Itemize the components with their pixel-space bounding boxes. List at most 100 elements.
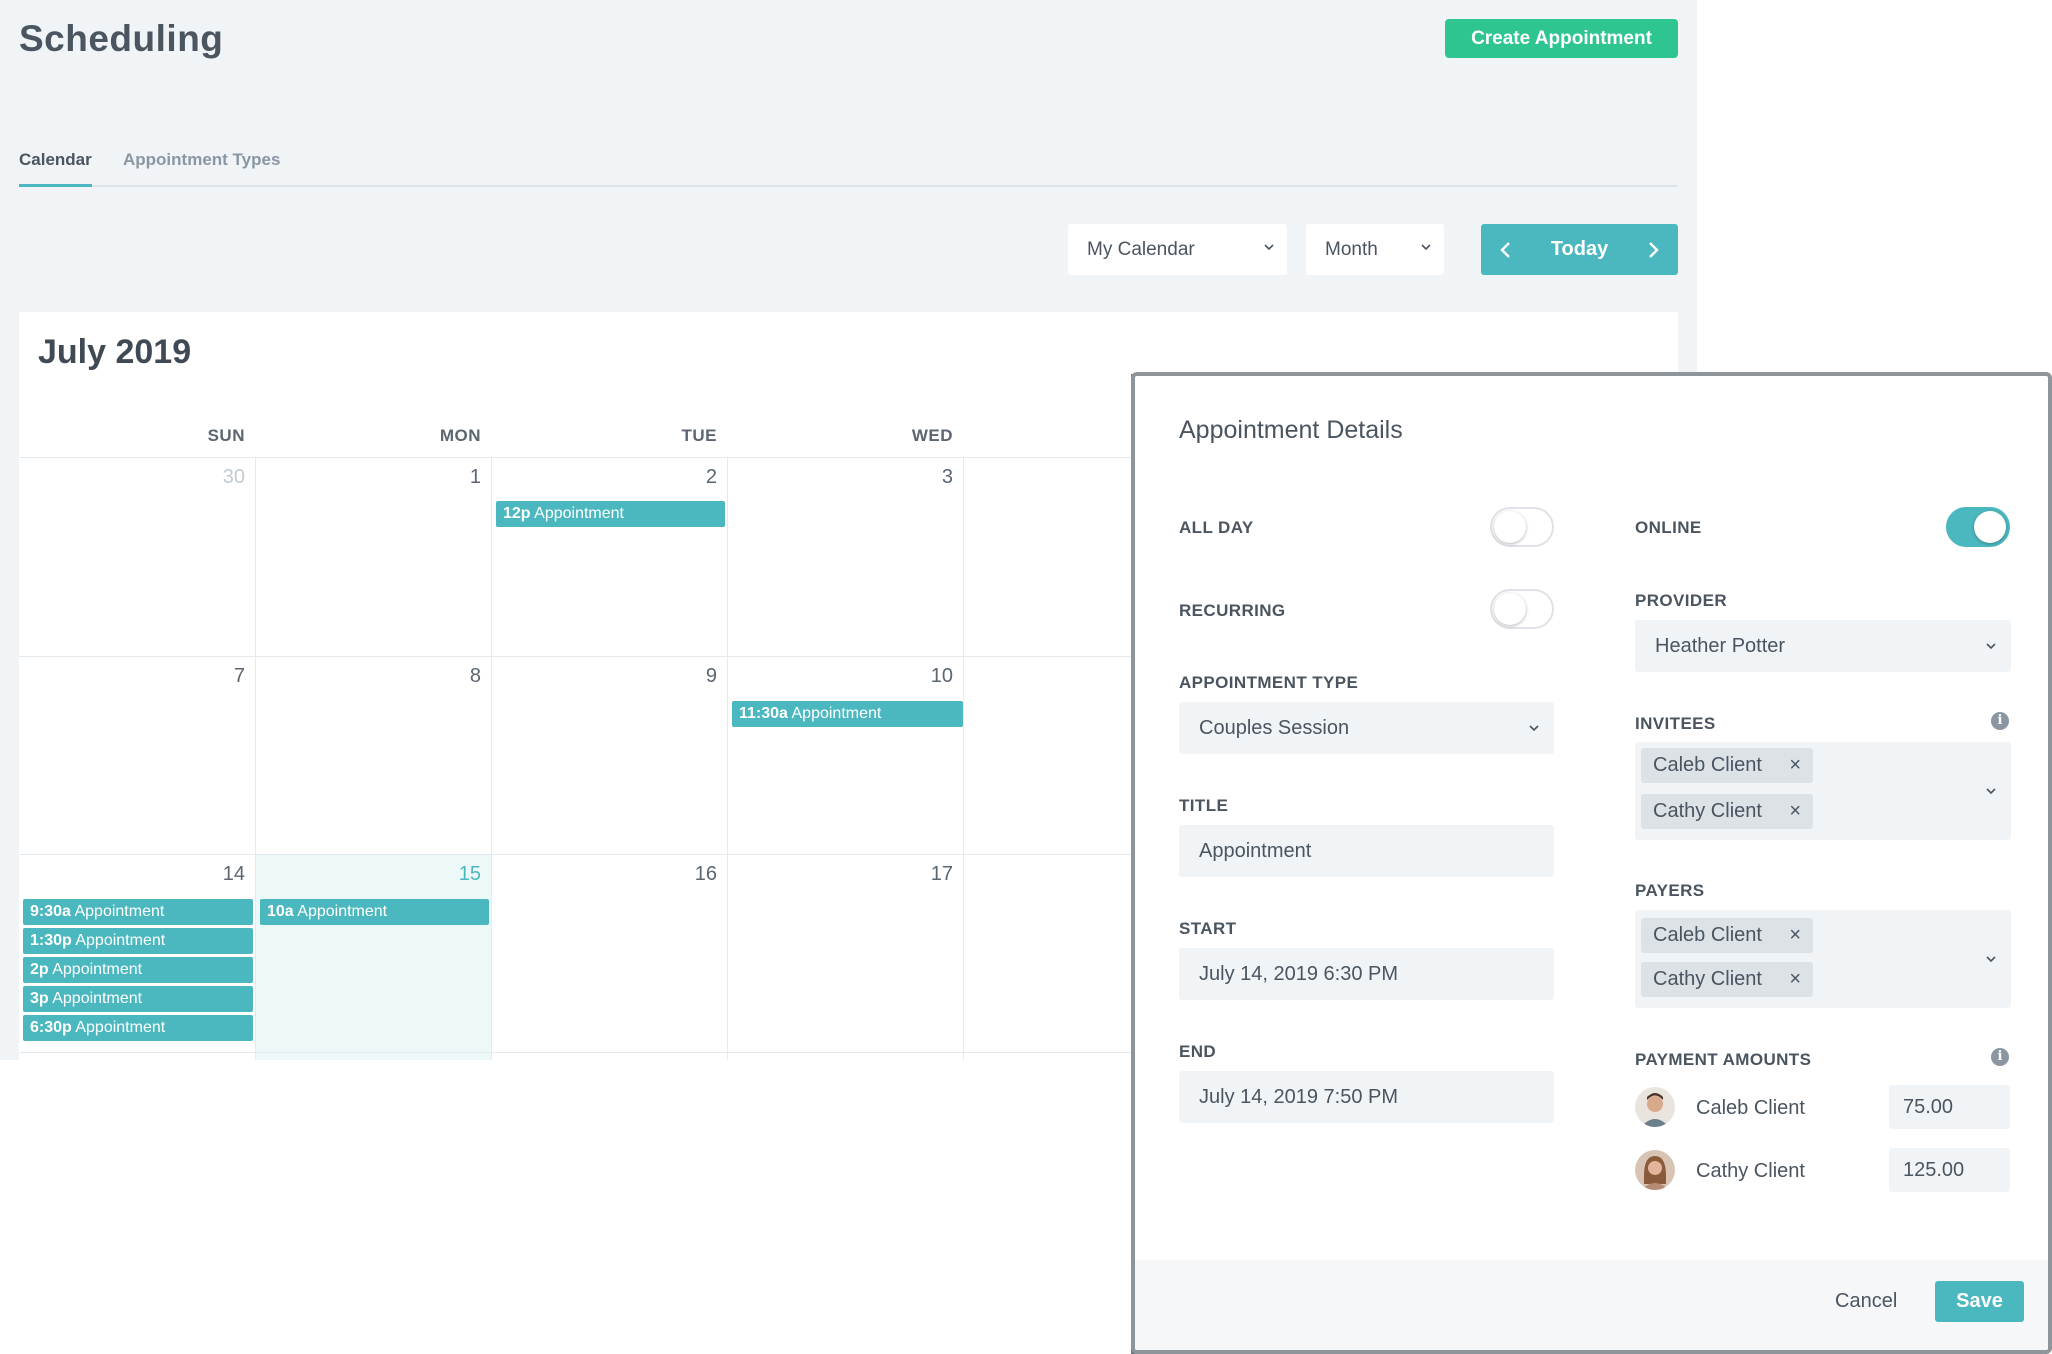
calendar-select[interactable]: My Calendar [1068, 224, 1287, 275]
tag-label: Caleb Client [1653, 754, 1762, 776]
tab-calendar[interactable]: Calendar [19, 150, 92, 187]
event-title: Appointment [297, 903, 388, 920]
provider-value: Heather Potter [1655, 635, 1786, 657]
weekday-sun: SUN [207, 426, 245, 445]
save-button[interactable]: Save [1935, 1281, 2024, 1322]
today-button[interactable]: Today [1531, 224, 1628, 275]
payment-amount-input[interactable]: 125.00 [1889, 1148, 2010, 1192]
all-day-label: ALL DAY [1179, 518, 1254, 537]
payers-label: PAYERS [1635, 881, 1705, 900]
title-input[interactable]: Appointment [1179, 825, 1554, 877]
chevron-right-icon [1649, 241, 1659, 258]
appointment-type-select[interactable]: Couples Session [1179, 702, 1554, 754]
close-icon[interactable]: × [1789, 748, 1801, 783]
end-datetime-input[interactable]: July 14, 2019 7:50 PM [1179, 1071, 1554, 1123]
calendar-select-value: My Calendar [1087, 239, 1195, 260]
online-label: ONLINE [1635, 518, 1702, 537]
info-icon[interactable]: i [1991, 1048, 2009, 1066]
cancel-button[interactable]: Cancel [1835, 1290, 1897, 1313]
event-time: 6:30p [30, 1019, 72, 1036]
month-title: July 2019 [38, 333, 192, 371]
calendar-event[interactable]: 2p Appointment [23, 957, 253, 983]
grid-line [255, 457, 256, 1060]
tag-label: Cathy Client [1653, 800, 1762, 822]
appointment-type-value: Couples Session [1199, 717, 1350, 739]
chevron-down-icon[interactable] [1985, 785, 1997, 797]
close-icon[interactable]: × [1789, 918, 1801, 953]
next-button[interactable] [1628, 224, 1678, 275]
tab-appointment-types[interactable]: Appointment Types [123, 150, 280, 187]
day-cell-number[interactable]: 1 [255, 466, 491, 489]
provider-label: PROVIDER [1635, 591, 1727, 610]
event-time: 9:30a [30, 903, 71, 920]
day-cell-number[interactable]: 2 [491, 466, 727, 489]
avatar [1635, 1150, 1675, 1190]
event-title: Appointment [52, 961, 143, 978]
all-day-toggle[interactable] [1490, 507, 1554, 547]
page-title: Scheduling [19, 18, 224, 59]
calendar-event[interactable]: 11:30a Appointment [732, 701, 963, 727]
event-title: Appointment [74, 903, 165, 920]
day-cell-number[interactable]: 7 [19, 665, 255, 688]
modal-footer: Cancel Save [1135, 1260, 2048, 1350]
calendar-event[interactable]: 9:30a Appointment [23, 899, 253, 925]
calendar-event[interactable]: 1:30p Appointment [23, 928, 253, 954]
event-time: 1:30p [30, 932, 72, 949]
payers-multiselect[interactable]: Caleb Client × Cathy Client × [1635, 910, 2011, 1008]
calendar-event[interactable]: 3p Appointment [23, 986, 253, 1012]
day-cell-number[interactable]: 8 [255, 665, 491, 688]
chevron-down-icon [1264, 244, 1274, 251]
close-icon[interactable]: × [1789, 962, 1801, 997]
chevron-down-icon[interactable] [1985, 953, 1997, 965]
avatar [1635, 1087, 1675, 1127]
day-cell-number[interactable]: 30 [19, 466, 255, 489]
weekday-wed: WED [911, 426, 953, 445]
payer-tag: Cathy Client × [1641, 962, 1813, 997]
event-time: 11:30a [739, 705, 788, 722]
online-toggle[interactable] [1946, 507, 2010, 547]
event-time: 10a [267, 903, 294, 920]
chevron-down-icon [1529, 725, 1539, 732]
tag-label: Cathy Client [1653, 968, 1762, 990]
payment-name: Cathy Client [1696, 1160, 1805, 1182]
chevron-down-icon [1986, 643, 1996, 650]
weekday-mon: MON [439, 426, 481, 445]
appointment-type-label: APPOINTMENT TYPE [1179, 673, 1359, 692]
event-time: 3p [30, 990, 49, 1007]
recurring-toggle[interactable] [1490, 589, 1554, 629]
toggle-knob [1494, 593, 1526, 625]
title-label: TITLE [1179, 796, 1229, 815]
end-label: END [1179, 1042, 1217, 1061]
provider-select[interactable]: Heather Potter [1635, 620, 2011, 672]
toggle-knob [1974, 511, 2006, 543]
invitees-multiselect[interactable]: Caleb Client × Cathy Client × [1635, 742, 2011, 840]
calendar-event[interactable]: 10a Appointment [260, 899, 489, 925]
event-title: Appointment [75, 1019, 166, 1036]
prev-button[interactable] [1481, 224, 1531, 275]
create-appointment-button[interactable]: Create Appointment [1445, 19, 1678, 58]
event-title: Appointment [534, 505, 624, 522]
payment-amount-input[interactable]: 75.00 [1889, 1085, 2010, 1129]
payer-tag: Caleb Client × [1641, 918, 1813, 953]
day-cell-number[interactable]: 14 [19, 863, 255, 886]
appointment-details-modal: Appointment Details ALL DAY RECURRING AP… [1131, 372, 2052, 1354]
invitee-tag: Cathy Client × [1641, 794, 1813, 829]
date-navigation: Today [1481, 224, 1678, 275]
calendar-event[interactable]: 12p Appointment [496, 501, 725, 527]
tag-label: Caleb Client [1653, 924, 1762, 946]
tab-bar: Calendar Appointment Types [19, 140, 1678, 187]
view-select-value: Month [1325, 239, 1378, 260]
calendar-event[interactable]: 6:30p Appointment [23, 1015, 253, 1041]
close-icon[interactable]: × [1789, 794, 1801, 829]
day-cell-number[interactable]: 16 [491, 863, 727, 886]
day-cell-number[interactable]: 10 [727, 665, 963, 688]
grid-line [727, 457, 728, 1060]
start-datetime-input[interactable]: July 14, 2019 6:30 PM [1179, 948, 1554, 1000]
day-cell-number[interactable]: 3 [727, 466, 963, 489]
day-cell-number-today[interactable]: 15 [255, 863, 491, 886]
day-cell-number[interactable]: 17 [727, 863, 963, 886]
info-icon[interactable]: i [1991, 712, 2009, 730]
day-cell-number[interactable]: 9 [491, 665, 727, 688]
start-label: START [1179, 919, 1237, 938]
view-select[interactable]: Month [1306, 224, 1444, 275]
